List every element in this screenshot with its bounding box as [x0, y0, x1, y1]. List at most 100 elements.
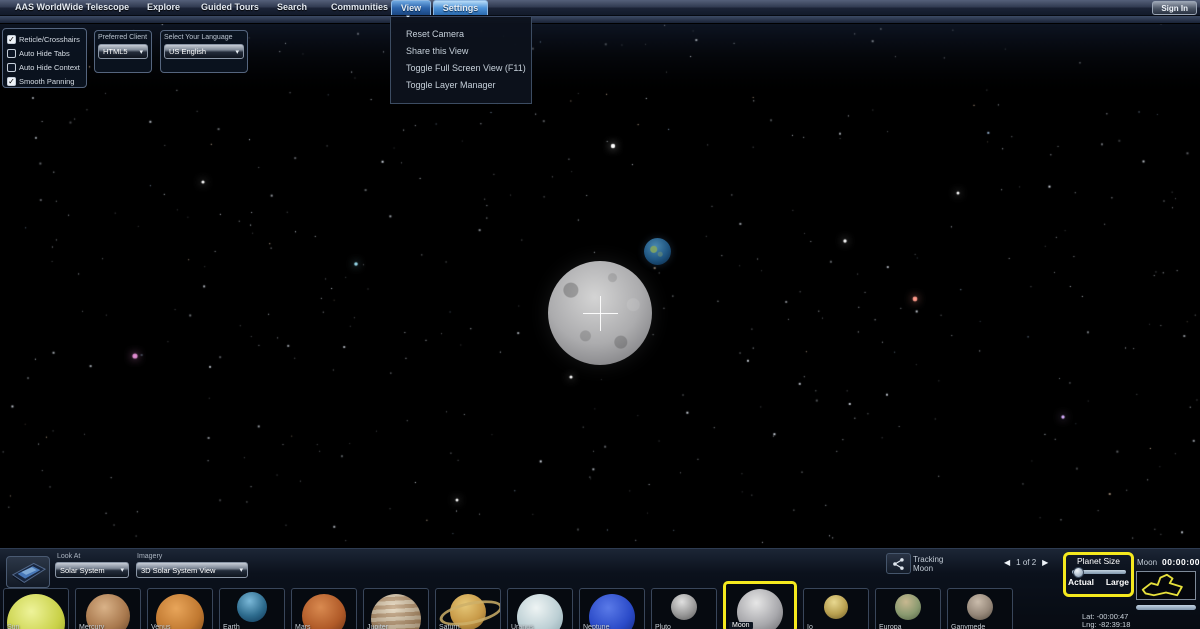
planet-thumbnail-pluto[interactable]: Pluto [651, 588, 717, 629]
planet-sphere [967, 594, 993, 620]
menu-search[interactable]: Search [277, 2, 307, 12]
next-page-icon[interactable]: ▶ [1042, 558, 1048, 567]
checkbox-label: Reticle/Crosshairs [19, 35, 80, 44]
look-at-value: Solar System [60, 566, 105, 575]
imagery-label: Imagery [137, 553, 162, 560]
view-menu-item-reset-camera[interactable]: Reset Camera [391, 25, 531, 42]
planet-thumbnail-europa[interactable]: Europa [875, 588, 941, 629]
planet-size-actual-label: Actual [1068, 577, 1094, 587]
menu-guided-tours[interactable]: Guided Tours [201, 2, 259, 12]
planet-thumbnail-label: Saturn [439, 624, 460, 629]
share-icon [892, 557, 906, 571]
planet-thumbnail-label: Earth [223, 624, 240, 629]
view-menu-item-toggle-layer-manager[interactable]: Toggle Layer Manager [391, 76, 531, 93]
planet-size-slider[interactable] [1072, 570, 1126, 574]
planet-sphere [671, 594, 697, 620]
constellation-figure-box[interactable] [1136, 571, 1196, 600]
planet-thumbnail-jupiter[interactable]: Jupiter [363, 588, 429, 629]
checkbox-label: Auto Hide Context [19, 63, 80, 72]
planet-thumbnail-strip: Sun Mercury Venus Earth Mars Jupiter Saturn Ura… [3, 581, 1013, 629]
tab-view[interactable]: View [391, 0, 431, 15]
checkbox[interactable]: ✓ [7, 35, 16, 44]
thumbnail-pager: ◀ 1 of 2 ▶ [1004, 558, 1048, 567]
planet-thumbnail-label: Mars [295, 624, 311, 629]
preferred-client-select[interactable]: HTML5 ▾ [98, 44, 148, 59]
chevron-down-icon: ▾ [139, 48, 143, 56]
planet-thumbnail-saturn[interactable]: Saturn [435, 588, 501, 629]
page-indicator: 1 of 2 [1016, 558, 1036, 567]
checkbox[interactable] [7, 63, 16, 72]
ribbon-strip [0, 16, 1200, 24]
planet-thumbnail-venus[interactable]: Venus [147, 588, 213, 629]
planet-thumbnail-label: Mercury [79, 624, 104, 629]
setting-smooth-panning[interactable]: ✓ Smooth Panning [7, 74, 86, 88]
view-dropdown-menu: Reset CameraShare this ViewToggle Full S… [390, 17, 532, 104]
planet-thumbnail-label: Moon [729, 622, 753, 629]
planet-thumbnail-label: Venus [151, 624, 170, 629]
planet-sphere [824, 595, 848, 619]
share-view-button[interactable] [886, 553, 911, 574]
planet-sphere [895, 594, 921, 620]
planet-thumbnail-label: Uranus [511, 624, 534, 629]
constellation-object-label: Moon [1137, 558, 1157, 567]
look-at-select[interactable]: Solar System ▾ [55, 562, 129, 578]
planet-size-title: Planet Size [1066, 556, 1131, 566]
language-label: Select Your Language [164, 34, 244, 41]
planet-size-large-label: Large [1106, 577, 1129, 587]
setting-auto-hide-tabs[interactable]: Auto Hide Tabs [7, 46, 86, 60]
worldwide-telescope-app: AAS WorldWide Telescope Explore Guided T… [0, 0, 1200, 629]
sign-in-button[interactable]: Sign In [1152, 1, 1197, 15]
planet-thumbnail-ganymede[interactable]: Ganymede [947, 588, 1013, 629]
clock-display: 00:00:00 [1162, 557, 1200, 567]
checkbox[interactable]: ✓ [7, 77, 16, 86]
longitude-readout: Lng: -82:39:18 [1082, 620, 1130, 629]
planet-thumbnail-label: Sun [7, 624, 19, 629]
view-menu-item-toggle-full-screen-view-f11[interactable]: Toggle Full Screen View (F11) [391, 59, 531, 76]
tracking-object: Moon [913, 564, 943, 573]
zoom-level-bar[interactable] [1136, 605, 1196, 610]
preferred-client-label: Preferred Client [98, 34, 148, 41]
tracking-title: Tracking [913, 555, 943, 564]
prev-page-icon[interactable]: ◀ [1004, 558, 1010, 567]
planet-thumbnail-neptune[interactable]: Neptune [579, 588, 645, 629]
planet-thumbnail-earth[interactable]: Earth [219, 588, 285, 629]
menu-communities[interactable]: Communities [331, 2, 388, 12]
imagery-select[interactable]: 3D Solar System View ▾ [136, 562, 248, 578]
planet-thumbnail-label: Neptune [583, 624, 609, 629]
tab-settings[interactable]: Settings [433, 0, 488, 15]
language-panel: Select Your Language US English ▾ [160, 30, 248, 73]
planet-thumbnail-mars[interactable]: Mars [291, 588, 357, 629]
planet-thumbnail-io[interactable]: Io [803, 588, 869, 629]
planet-sphere [237, 592, 267, 622]
checkbox-label: Auto Hide Tabs [19, 49, 70, 58]
setting-auto-hide-context[interactable]: Auto Hide Context [7, 60, 86, 74]
checkbox-label: Smooth Panning [19, 77, 74, 86]
setting-reticle-crosshairs[interactable]: ✓ Reticle/Crosshairs [7, 32, 86, 46]
chevron-down-icon: ▾ [235, 48, 239, 56]
bottom-context-bar: Look At Solar System ▾ Imagery 3D Solar … [0, 548, 1200, 629]
constellation-outline-icon [1137, 572, 1195, 599]
imagery-value: 3D Solar System View [141, 566, 215, 575]
look-at-label: Look At [57, 553, 80, 560]
planet-thumbnail-label: Jupiter [367, 624, 388, 629]
planet-thumbnail-sun[interactable]: Sun [3, 588, 69, 629]
language-value: US English [169, 47, 206, 56]
planet-thumbnail-label: Ganymede [951, 624, 985, 629]
app-title: AAS WorldWide Telescope [15, 2, 129, 12]
tracking-status: Tracking Moon [913, 555, 943, 573]
planet-thumbnail-label: Io [807, 624, 813, 629]
slider-thumb[interactable] [1073, 567, 1084, 578]
planet-thumbnail-moon[interactable]: Moon [723, 581, 797, 629]
reticle-crosshair [600, 296, 601, 331]
planet-thumbnail-label: Europa [879, 624, 902, 629]
menu-explore[interactable]: Explore [147, 2, 180, 12]
earth-planet[interactable] [644, 238, 671, 265]
planet-thumbnail-mercury[interactable]: Mercury [75, 588, 141, 629]
checkbox[interactable] [7, 49, 16, 58]
language-select[interactable]: US English ▾ [164, 44, 244, 59]
chevron-down-icon: ▾ [239, 566, 243, 574]
planet-thumbnail-uranus[interactable]: Uranus [507, 588, 573, 629]
planet-size-panel: Planet Size Actual Large [1063, 552, 1134, 597]
planet-thumbnail-label: Pluto [655, 624, 671, 629]
view-menu-item-share-this-view[interactable]: Share this View [391, 42, 531, 59]
